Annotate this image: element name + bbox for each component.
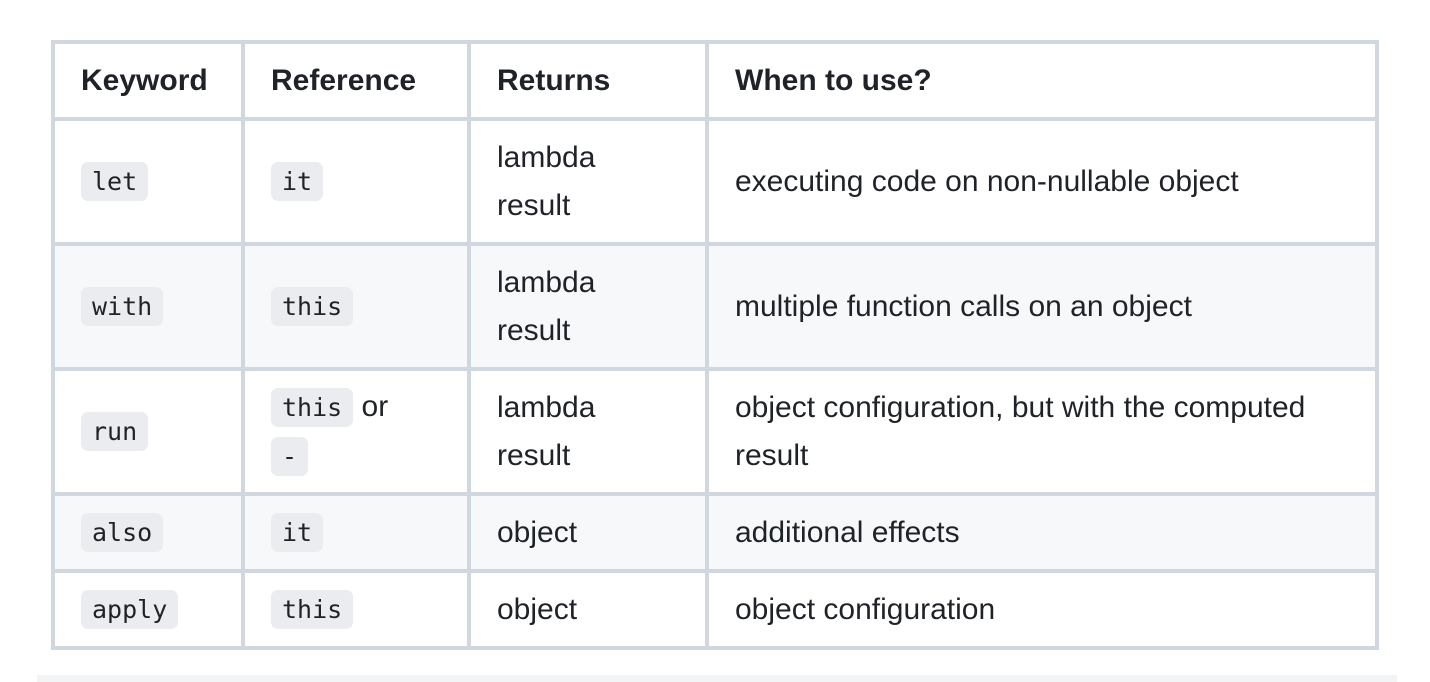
keyword-code: run — [81, 412, 149, 451]
keyword-code: apply — [81, 590, 179, 629]
keyword-cell: run — [55, 371, 241, 492]
reference-code: this — [271, 590, 354, 629]
returns-line: result — [497, 313, 571, 347]
reference-cell: this — [245, 246, 467, 367]
when-cell: multiple function calls on an object — [709, 246, 1375, 367]
header-keyword: Keyword — [55, 44, 241, 117]
keyword-code: with — [81, 287, 164, 326]
returns-cell: lambda result — [471, 371, 705, 492]
header-returns: Returns — [471, 44, 705, 117]
keyword-cell: with — [55, 246, 241, 367]
returns-line: result — [497, 188, 571, 222]
table-row: let it lambda result executing code on no… — [55, 121, 1375, 242]
when-cell: executing code on non-nullable object — [709, 121, 1375, 242]
when-cell: object configuration — [709, 573, 1375, 646]
header-row: Keyword Reference Returns When to use? — [55, 44, 1375, 117]
returns-cell: object — [471, 496, 705, 569]
reference-cell: this — [245, 573, 467, 646]
when-cell: additional effects — [709, 496, 1375, 569]
reference-cell: it — [245, 121, 467, 242]
returns-cell: object — [471, 573, 705, 646]
reference-connector: or — [353, 389, 389, 423]
table-row: run this or - lambda result object configu… — [55, 371, 1375, 492]
reference-cell: it — [245, 496, 467, 569]
table-row: apply this object object configuration — [55, 573, 1375, 646]
reference-code-alt: - — [271, 436, 309, 476]
returns-line: lambda — [497, 140, 596, 174]
scope-functions-table-container: Keyword Reference Returns When to use? l… — [51, 40, 1379, 650]
scope-functions-table: Keyword Reference Returns When to use? l… — [51, 40, 1379, 650]
keyword-cell: let — [55, 121, 241, 242]
table-row: also it object additional effects — [55, 496, 1375, 569]
horizontal-scrollbar-track[interactable] — [37, 675, 1397, 682]
keyword-cell: also — [55, 496, 241, 569]
reference-code: it — [271, 513, 324, 552]
header-reference: Reference — [245, 44, 467, 117]
reference-code: it — [271, 162, 324, 201]
table-row: with this lambda result multiple function… — [55, 246, 1375, 367]
keyword-cell: apply — [55, 573, 241, 646]
keyword-code: also — [81, 513, 164, 552]
header-when-to-use: When to use? — [709, 44, 1375, 117]
table-header: Keyword Reference Returns When to use? — [55, 44, 1375, 117]
reference-cell: this or - — [245, 371, 467, 492]
table-body: let it lambda result executing code on no… — [55, 121, 1375, 646]
returns-line: result — [497, 438, 571, 472]
returns-cell: lambda result — [471, 246, 705, 367]
when-cell: object configuration, but with the compu… — [709, 371, 1375, 492]
returns-line: lambda — [497, 390, 596, 424]
reference-code: this — [271, 287, 354, 326]
keyword-code: let — [81, 162, 149, 201]
reference-code: this — [271, 387, 354, 427]
returns-cell: lambda result — [471, 121, 705, 242]
returns-line: lambda — [497, 265, 596, 299]
